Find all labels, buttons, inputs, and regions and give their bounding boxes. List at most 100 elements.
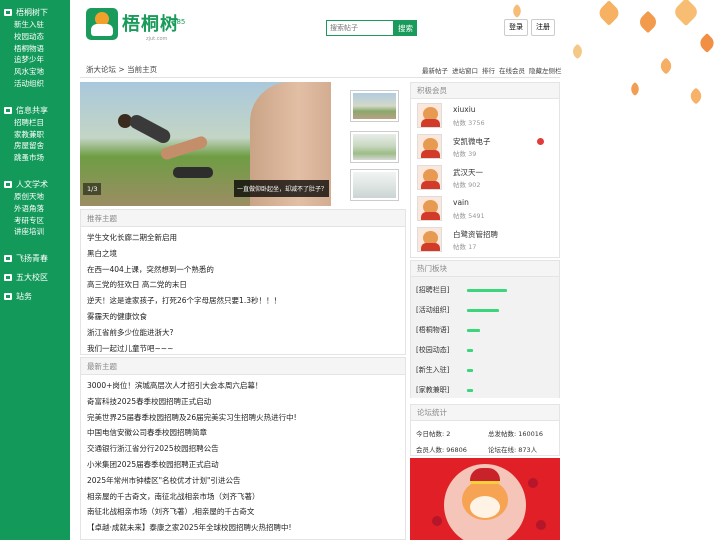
active-members-title: 积极会员 [411, 83, 559, 99]
topic-link[interactable]: 3000+岗位！滨城高层次人才招引大会本周六启幕！ [87, 378, 399, 394]
slide-thumbnail-2[interactable] [350, 131, 399, 163]
member-row[interactable]: 武汉天一帖数 902 [411, 161, 559, 192]
sidebar-item[interactable]: 追梦少年 [0, 54, 70, 66]
stat-total-posts: 总发帖数: 160016 [488, 430, 544, 438]
hot-board-row[interactable]: [新生入驻] [411, 360, 559, 380]
topic-link[interactable]: 相亲屋的千古奇文，南征北战相亲市场（刘齐飞著） [87, 489, 399, 505]
member-name[interactable]: vain [453, 198, 469, 207]
breadcrumb: 浙大论坛 > 当前主页 [86, 64, 157, 75]
sidebar-item[interactable]: 活动组织 [0, 78, 70, 90]
member-post-count: 帖数 902 [453, 181, 481, 189]
active-members-panel: 积极会员 xiuxiu 帖数 3756 安凯微电子 帖数 39 武汉天一 帖数 902 va… [410, 82, 560, 258]
topic-link[interactable]: 奇富科技2025春季校园招聘正式启动 [87, 394, 399, 410]
avatar[interactable] [417, 227, 442, 252]
topic-link[interactable]: 逆天！这是谁家孩子，打死26个字母居然只要1.3秒！！！ [87, 293, 399, 309]
sidebar-group-header[interactable]: 站务 [0, 290, 70, 303]
sidebar-group-header[interactable]: 人文学术 [0, 178, 70, 191]
avatar[interactable] [417, 165, 442, 190]
login-button[interactable]: 登录 [504, 19, 528, 36]
hot-board-label[interactable]: [招聘栏目] [416, 285, 449, 295]
hot-board-row[interactable]: [活动组织] [411, 300, 559, 320]
slide-caption[interactable]: 一直做仰卧起坐，却减不了肚子？ [234, 180, 329, 197]
sidebar-item[interactable]: 原创天地 [0, 191, 70, 203]
hot-board-label[interactable]: [家教兼职] [416, 385, 449, 395]
hot-board-label[interactable]: [新生入驻] [416, 365, 449, 375]
member-name[interactable]: xiuxiu [453, 105, 476, 114]
hot-board-row[interactable]: [家教兼职] [411, 380, 559, 400]
sidebar-item[interactable]: 风水宝地 [0, 66, 70, 78]
sidebar-group: 站务 [0, 290, 70, 303]
top-link[interactable]: 排行 [482, 65, 495, 75]
topic-link[interactable]: 交通银行浙江省分行2025校园招聘公告 [87, 441, 399, 457]
sidebar-group-header[interactable]: 飞扬青春 [0, 252, 70, 265]
topic-link[interactable]: 南征北战相亲市场（刘齐飞著）,相亲屋的千古奇文 [87, 504, 399, 520]
topic-link[interactable]: 高三党的狂欢日 高二党的末日 [87, 277, 399, 293]
avatar[interactable] [417, 103, 442, 128]
hot-board-row[interactable]: [梧桐物语] [411, 320, 559, 340]
member-post-count: 帖数 5491 [453, 212, 485, 220]
recommended-topics-list: 学生文化长廊二期全新启用 黑白之境 在西一404上课，突然想到一个熟悉的 高三党的狂欢… [81, 227, 405, 356]
top-link[interactable]: 最新帖子 [422, 65, 448, 75]
sidebar-item[interactable]: 考研专区 [0, 215, 70, 227]
hot-board-label[interactable]: [梧桐物语] [416, 325, 449, 335]
top-link[interactable]: 进站窗口 [452, 65, 478, 75]
member-name[interactable]: 安凯微电子 [453, 136, 491, 147]
site-logo[interactable]: 梧桐树 885 zjut.com [86, 6, 190, 46]
member-name[interactable]: 武汉天一 [453, 167, 483, 178]
topic-link[interactable]: 2025年常州市钟楼区"名校优才计划"引进公告 [87, 473, 399, 489]
member-row[interactable]: xiuxiu 帖数 3756 [411, 99, 559, 130]
sidebar-group-header[interactable]: 信息共享 [0, 104, 70, 117]
topic-link[interactable]: 雾霾天的健康饮食 [87, 309, 399, 325]
latest-topics-list: 3000+岗位！滨城高层次人才招引大会本周六启幕！ 奇富科技2025春季校园招聘正… [81, 375, 405, 536]
member-name[interactable]: 白鹭资管招聘 [453, 229, 498, 240]
topic-link[interactable]: 小米集团2025届春季校园招聘正式启动 [87, 457, 399, 473]
hot-boards-panel: 热门板块 [招聘栏目] [活动组织] [梧桐物语] [校园动态] [新生入驻] [家教兼职… [410, 260, 560, 398]
breadcrumb-forum-link[interactable]: 浙大论坛 [86, 65, 116, 74]
member-row[interactable]: vain 帖数 5491 [411, 192, 559, 223]
sidebar-item[interactable]: 新生入驻 [0, 19, 70, 31]
featured-slide[interactable]: 1/3 一直做仰卧起坐，却减不了肚子？ [80, 82, 331, 206]
hot-board-label[interactable]: [活动组织] [416, 305, 449, 315]
member-row[interactable]: 白鹭资管招聘 帖数 17 [411, 223, 559, 254]
topic-link[interactable]: 学生文化长廊二期全新启用 [87, 230, 399, 246]
sidebar-item[interactable]: 讲座培训 [0, 226, 70, 238]
sidebar-item[interactable]: 房屋留舍 [0, 140, 70, 152]
sidebar-item[interactable]: 家教兼职 [0, 129, 70, 141]
topic-link[interactable]: 浙江省前多少位能进浙大? [87, 325, 399, 341]
register-button[interactable]: 注册 [531, 19, 555, 36]
topic-link[interactable]: 在西一404上课，突然想到一个熟悉的 [87, 262, 399, 278]
slide-photo-person [118, 112, 213, 178]
avatar[interactable] [417, 134, 442, 159]
hot-board-row[interactable]: [招聘栏目] [411, 280, 559, 300]
topic-link[interactable]: 我们一起过儿童节吧~~~ [87, 341, 399, 357]
search-button[interactable]: 搜索 [394, 20, 417, 36]
topic-link[interactable]: 【卓越·成就未来】泰康之家2025年全球校园招聘火热招聘中! [87, 520, 399, 536]
sidebar-group-header[interactable]: 五大校区 [0, 271, 70, 284]
lucky-cat-promo-image[interactable] [410, 458, 560, 540]
sidebar-item[interactable]: 跳蚤市场 [0, 152, 70, 164]
topic-link[interactable]: 中国电信安徽公司春季校园招聘简章 [87, 425, 399, 441]
search-input[interactable] [326, 20, 394, 36]
sidebar-group-header[interactable]: 梧桐树下 [0, 6, 70, 19]
hot-board-label[interactable]: [校园动态] [416, 345, 449, 355]
sidebar-item[interactable]: 梧桐物语 [0, 43, 70, 55]
sidebar-group: 人文学术 原创天地 外语角落 考研专区 讲座培训 [0, 178, 70, 246]
hot-board-activity-bar [467, 309, 499, 312]
slide-thumbnail-1[interactable] [350, 90, 399, 122]
top-link[interactable]: 在线会员 [499, 65, 525, 75]
sidebar-item[interactable]: 外语角落 [0, 203, 70, 215]
avatar[interactable] [417, 196, 442, 221]
hot-board-row[interactable]: [校园动态] [411, 340, 559, 360]
topic-link[interactable]: 完美世界25届春季校园招聘及26届完美实习生招聘火热进行中! [87, 410, 399, 426]
sidebar-item[interactable]: 校园动态 [0, 31, 70, 43]
slide-thumbnail-3[interactable] [350, 169, 399, 201]
topic-link[interactable]: 黑白之境 [87, 246, 399, 262]
member-row[interactable]: 安凯微电子 帖数 39 [411, 130, 559, 161]
logo-number: 885 [172, 18, 186, 26]
sidebar-item[interactable]: 招聘栏目 [0, 117, 70, 129]
sidebar-group-label: 飞扬青春 [16, 254, 48, 264]
folder-icon [4, 255, 12, 263]
hot-board-activity-bar [467, 329, 480, 332]
top-link[interactable]: 隐藏左侧栏 [529, 65, 562, 75]
